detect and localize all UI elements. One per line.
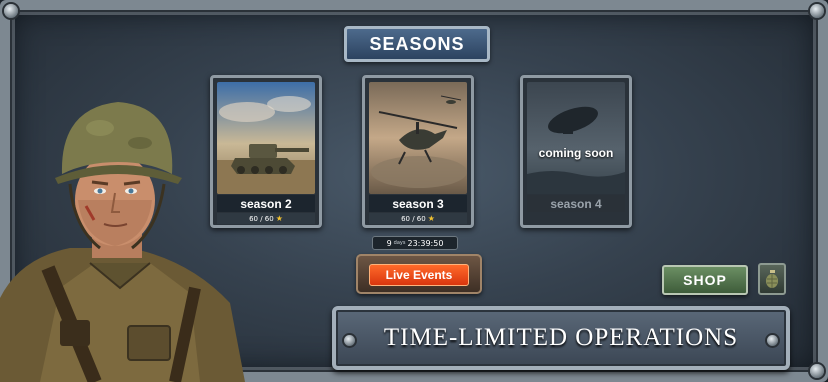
coming-soon-label: coming soon — [538, 146, 614, 160]
rivet — [344, 335, 355, 346]
season-card-3[interactable]: season 3 60 / 60 ★ — [362, 75, 474, 228]
season-label: season 4 — [527, 195, 625, 212]
star-icon: ★ — [275, 214, 283, 223]
season-label: season 3 — [369, 195, 467, 212]
rivet — [4, 4, 18, 18]
season-progress: 60 / 60 ★ — [217, 213, 315, 224]
event-timer: 9 days 23:39:50 — [372, 236, 458, 250]
season-card-4[interactable]: coming soon season 4 — [520, 75, 632, 228]
tank-artwork — [217, 82, 315, 194]
timer-time: 23:39:50 — [407, 238, 444, 248]
helicopter-artwork — [369, 82, 467, 194]
time-limited-banner: TIME-LIMITED OPERATIONS — [332, 306, 790, 370]
timer-days-value: 9 — [386, 238, 392, 248]
season-label: season 2 — [217, 195, 315, 212]
rivet — [810, 364, 824, 378]
shop-button[interactable]: SHOP — [662, 265, 748, 295]
season-progress: 60 / 60 ★ — [369, 213, 467, 224]
star-icon: ★ — [427, 214, 435, 223]
live-events-panel: Live Events — [356, 254, 482, 294]
rivet — [767, 335, 778, 346]
progress-value: 60 / 60 — [249, 214, 274, 223]
grenade-icon — [766, 270, 778, 288]
season-card-2[interactable]: season 2 60 / 60 ★ — [210, 75, 322, 228]
seasons-title: SEASONS — [344, 26, 490, 62]
progress-value: 60 / 60 — [401, 214, 426, 223]
rivet — [810, 4, 824, 18]
zeppelin-artwork: coming soon — [527, 82, 625, 194]
banner-text: TIME-LIMITED OPERATIONS — [383, 324, 739, 351]
timer-days-unit: days — [393, 240, 406, 246]
grenade-button[interactable] — [758, 263, 786, 295]
live-events-button[interactable]: Live Events — [369, 264, 469, 286]
